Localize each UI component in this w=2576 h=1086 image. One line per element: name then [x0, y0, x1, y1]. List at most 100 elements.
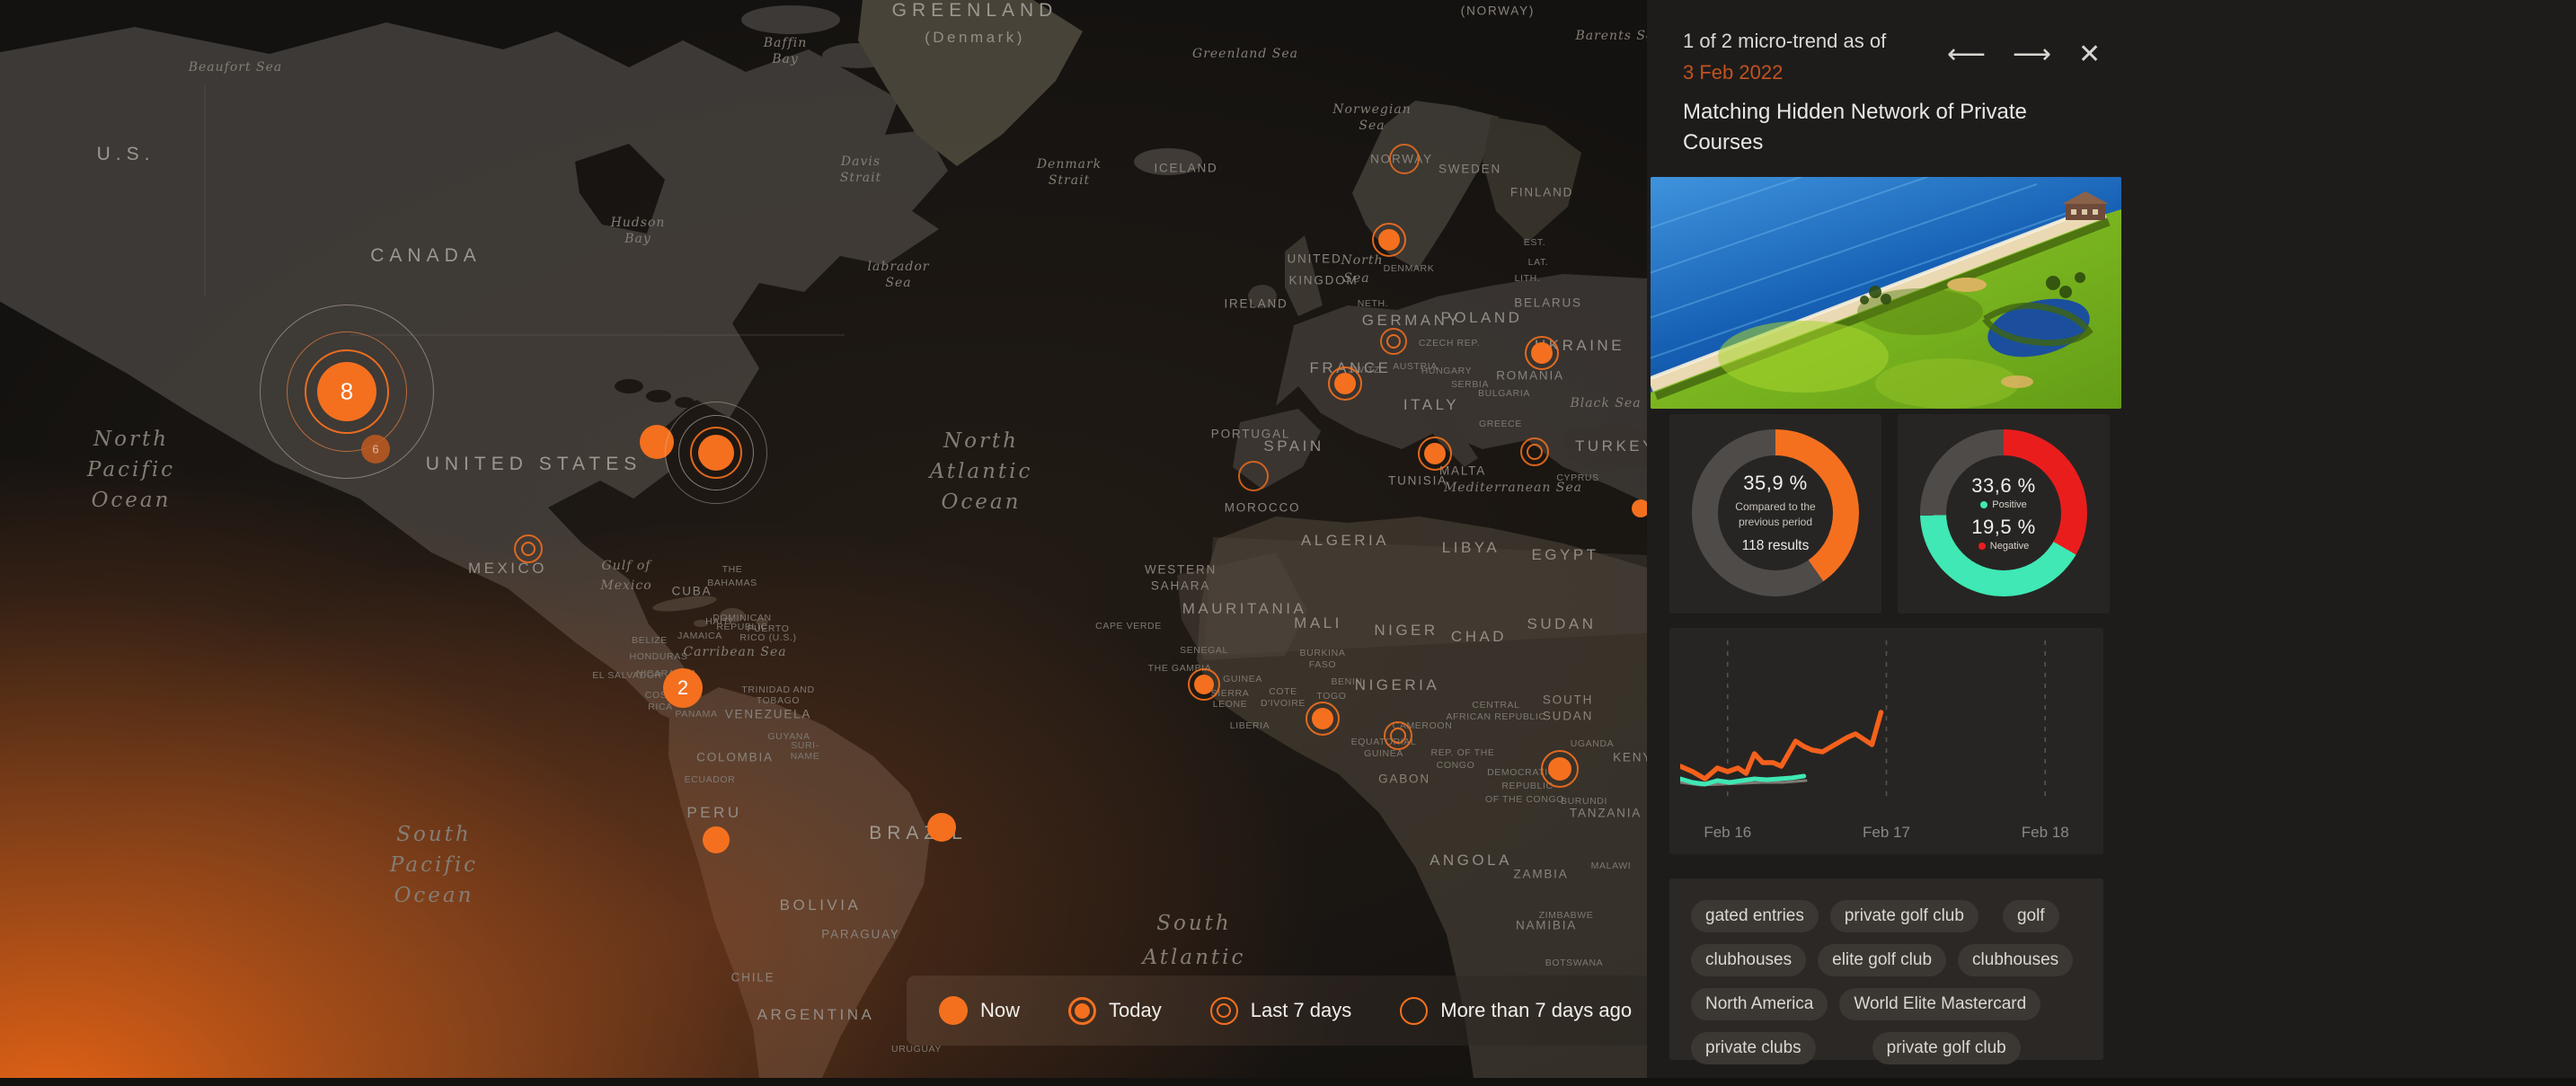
- trend-title: Matching Hidden Network of Private Cours…: [1683, 97, 2105, 157]
- legend-label: Now: [980, 999, 1020, 1022]
- map-label: Bay: [772, 52, 799, 66]
- map-label: CAPE VERDE: [1095, 621, 1162, 631]
- keyword-tag[interactable]: golf: [2003, 900, 2059, 932]
- map-label: SUDAN: [1543, 710, 1593, 723]
- map-label: LIBYA: [1442, 539, 1500, 557]
- map-label: EGYPT: [1531, 546, 1598, 564]
- map-label: CONGO: [1437, 760, 1475, 771]
- map-label: HONDURAS: [630, 651, 688, 662]
- map-label: Denmark: [1037, 157, 1102, 172]
- kpi-card-results: 35,9 % Compared to the previous period 1…: [1669, 414, 1881, 614]
- map-label: IRELAND: [1224, 297, 1288, 311]
- map-label: BOLIVIA: [780, 896, 862, 914]
- close-panel-button[interactable]: ✕: [2075, 38, 2104, 72]
- legend-label: More than 7 days ago: [1440, 999, 1632, 1022]
- marker-count: 8: [341, 378, 353, 406]
- keyword-tag[interactable]: clubhouses: [1958, 944, 2073, 976]
- map-label: Norwegian: [1332, 102, 1411, 117]
- legend-item-more-than-7-days[interactable]: More than 7 days ago: [1400, 997, 1632, 1025]
- map-label: TOBAGO: [757, 695, 800, 706]
- map-label: ROMANIA: [1496, 369, 1564, 383]
- next-trend-button[interactable]: ⟶: [2009, 38, 2055, 72]
- map-label: COLOMBIA: [696, 751, 774, 764]
- keyword-tag[interactable]: private golf club: [1830, 900, 1978, 932]
- map-label: JAMAICA: [677, 631, 722, 641]
- sentiment-donut-chart: 33,6 % Positive 19,5 % Negative: [1920, 429, 2087, 596]
- map-label: MALAWI: [1591, 861, 1632, 871]
- map-label: North: [93, 428, 169, 451]
- map-label: SWEDEN: [1438, 163, 1501, 176]
- keyword-tag[interactable]: gated entries: [1691, 900, 1819, 932]
- map-label: TOGO: [1316, 691, 1346, 702]
- keyword-tag[interactable]: private golf club: [1872, 1032, 2021, 1064]
- map-label: Black Sea: [1570, 396, 1641, 411]
- keyword-tags: gated entries private golf club golf clubho…: [1669, 879, 2103, 1086]
- map-label: BAHAMAS: [707, 578, 757, 588]
- map-label: CHILE: [731, 971, 775, 984]
- map-label: ECUADOR: [685, 774, 736, 785]
- map-label: UNITED STATES: [426, 454, 642, 475]
- map-label: ITALY: [1403, 396, 1459, 414]
- map-label: ALGERIA: [1301, 532, 1389, 550]
- map-label: Baffin: [764, 36, 808, 50]
- map-label: TURKEY: [1575, 437, 1656, 455]
- legend-item-today[interactable]: Today: [1068, 997, 1162, 1025]
- map-label: North: [943, 429, 1019, 453]
- trend-axis-tick: Feb 16: [1704, 824, 1751, 842]
- trend-axis-tick: Feb 18: [2022, 824, 2069, 842]
- map-label: MEXICO: [468, 560, 547, 578]
- map-label: GUINEA: [1223, 674, 1262, 684]
- map-label: WESTERN: [1145, 563, 1217, 577]
- map-label: BELARUS: [1514, 296, 1582, 310]
- map-label: SAHARA: [1151, 579, 1210, 593]
- map-label: (Denmark): [925, 29, 1025, 47]
- keyword-tag[interactable]: World Elite Mastercard: [1839, 988, 2040, 1020]
- map-label: DENMARK: [1384, 263, 1435, 274]
- keyword-tags-card: gated entries private golf club golf clubho…: [1669, 879, 2103, 1060]
- map-label: North: [1341, 253, 1383, 268]
- map-marker-big8[interactable]: 8: [260, 305, 434, 479]
- map-label: labrador: [868, 260, 930, 274]
- keyword-tag[interactable]: private clubs: [1691, 1032, 1816, 1064]
- map-label: CANADA: [370, 245, 482, 267]
- map-label: GREENLAND: [892, 0, 1058, 22]
- map-label: GABON: [1378, 773, 1430, 786]
- map-label: Strait: [840, 171, 881, 185]
- keyword-tag[interactable]: North America: [1691, 988, 1828, 1020]
- kpi-card-sentiment: 33,6 % Positive 19,5 % Negative: [1898, 414, 2110, 614]
- legend-item-last-7-days[interactable]: Last 7 days: [1210, 997, 1352, 1025]
- map-label: TRINIDAD AND: [741, 684, 814, 695]
- legend-item-now[interactable]: Now: [939, 996, 1020, 1025]
- marker-count: 2: [677, 676, 688, 700]
- map-label: Bay: [624, 232, 651, 246]
- negative-dot-icon: [1978, 543, 1986, 550]
- map-label: U.S.: [97, 144, 155, 165]
- results-percent: 35,9 %: [1743, 472, 1808, 495]
- map-label: Strait: [1049, 173, 1090, 188]
- map-label: Sea: [885, 276, 911, 290]
- map-label: TANZANIA: [1570, 807, 1642, 820]
- map-label: Sea: [1343, 271, 1369, 286]
- map-marker-cluster[interactable]: [665, 402, 767, 504]
- trend-axis-tick: Feb 17: [1863, 824, 1910, 842]
- map-label: GERMANY: [1362, 312, 1461, 330]
- map-label: Mediterranean Sea: [1444, 481, 1582, 495]
- keyword-tag[interactable]: clubhouses: [1691, 944, 1806, 976]
- map-label: FINLAND: [1510, 186, 1573, 199]
- map-label: Gulf of: [602, 559, 651, 573]
- map-label: ICELAND: [1154, 162, 1217, 175]
- map-label: Atlantic: [930, 460, 1033, 483]
- map-label: RICO (U.S.): [739, 632, 796, 643]
- keyword-tag[interactable]: elite golf club: [1818, 944, 1946, 976]
- map-label: BURKINA: [1300, 648, 1346, 658]
- previous-trend-button[interactable]: ⟵: [1943, 38, 1989, 72]
- results-count: 118 results: [1742, 538, 1810, 554]
- map-label: (NORWAY): [1461, 4, 1535, 18]
- map-label: BURUNDI: [1561, 796, 1607, 807]
- positive-percent: 33,6 %: [1971, 474, 2036, 498]
- map-label: Ocean: [394, 884, 474, 907]
- today-marker-icon: [1068, 997, 1096, 1025]
- map-label: SUDAN: [1527, 615, 1596, 633]
- map-label: BELIZE: [632, 635, 668, 646]
- map-label: COTE: [1269, 686, 1297, 697]
